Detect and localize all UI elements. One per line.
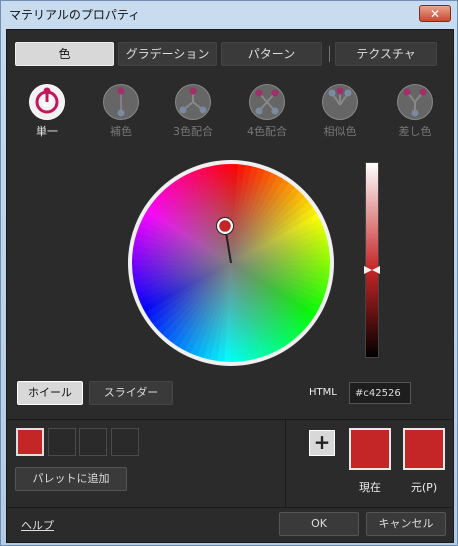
divider [7, 419, 453, 420]
mode-complementary[interactable]: 補色 [101, 82, 141, 146]
mode-accent-label: 差し色 [398, 125, 432, 138]
mode-triad-label: 3色配合 [173, 125, 213, 138]
tab-texture[interactable]: テクスチャ [335, 42, 437, 66]
ok-button[interactable]: OK [279, 512, 359, 536]
help-link[interactable]: ヘルプ [21, 517, 54, 533]
dialog-body: 色 グラデーション パターン テクスチャ 単一 補色 3色配合 4色配合 相似色… [6, 29, 454, 543]
slider-view-button[interactable]: スライダー [89, 381, 173, 405]
close-icon[interactable]: ✕ [430, 7, 440, 21]
add-icon[interactable]: + [309, 430, 335, 456]
tab-gradient[interactable]: グラデーション [118, 42, 217, 66]
html-label: HTML [309, 387, 337, 398]
original-color-swatch[interactable] [403, 428, 445, 470]
mode-tetrad[interactable]: 4色配合 [247, 82, 287, 146]
window-title: マテリアルのプロパティ [9, 8, 141, 22]
mode-accent[interactable]: 差し色 [395, 82, 435, 146]
color-wheel[interactable] [125, 157, 337, 369]
tab-pattern[interactable]: パターン [221, 42, 322, 66]
palette-swatch[interactable] [16, 428, 44, 456]
tab-color[interactable]: 色 [15, 42, 114, 66]
tetrad-color-icon[interactable] [249, 84, 285, 120]
title-bar: マテリアルのプロパティ ✕ [1, 1, 457, 29]
single-color-icon[interactable] [29, 84, 65, 120]
material-properties-dialog: マテリアルのプロパティ ✕ 色 グラデーション パターン テクスチャ 単一 補色… [0, 0, 458, 546]
palette-swatch[interactable] [48, 428, 76, 456]
mode-triad[interactable]: 3色配合 [173, 82, 213, 146]
mode-tetrad-label: 4色配合 [247, 125, 287, 138]
analogous-color-icon[interactable] [322, 84, 358, 120]
brightness-handle[interactable] [364, 266, 380, 274]
tab-divider [329, 46, 330, 62]
current-color-swatch [349, 428, 391, 470]
cancel-button[interactable]: キャンセル [366, 512, 446, 536]
divider [285, 419, 286, 507]
mode-analogous-label: 相似色 [323, 125, 357, 138]
palette-swatch[interactable] [79, 428, 107, 456]
mode-single[interactable]: 単一 [27, 82, 67, 146]
complementary-color-icon[interactable] [103, 84, 139, 120]
wheel-view-button[interactable]: ホイール [17, 381, 83, 405]
triad-color-icon[interactable] [175, 84, 211, 120]
palette-swatch[interactable] [111, 428, 139, 456]
current-label: 現在 [359, 481, 381, 494]
html-color-input[interactable] [349, 382, 411, 404]
hue-handle[interactable] [216, 217, 234, 235]
original-label: 元(P) [410, 481, 438, 494]
brightness-slider[interactable] [365, 162, 379, 358]
mode-single-label: 単一 [36, 125, 58, 138]
mode-analogous[interactable]: 相似色 [320, 82, 360, 146]
close-button[interactable]: ✕ [419, 5, 451, 22]
accent-color-icon[interactable] [397, 84, 433, 120]
divider [7, 507, 453, 508]
mode-complementary-label: 補色 [110, 125, 132, 138]
add-to-palette-button[interactable]: パレットに追加 [15, 467, 127, 491]
